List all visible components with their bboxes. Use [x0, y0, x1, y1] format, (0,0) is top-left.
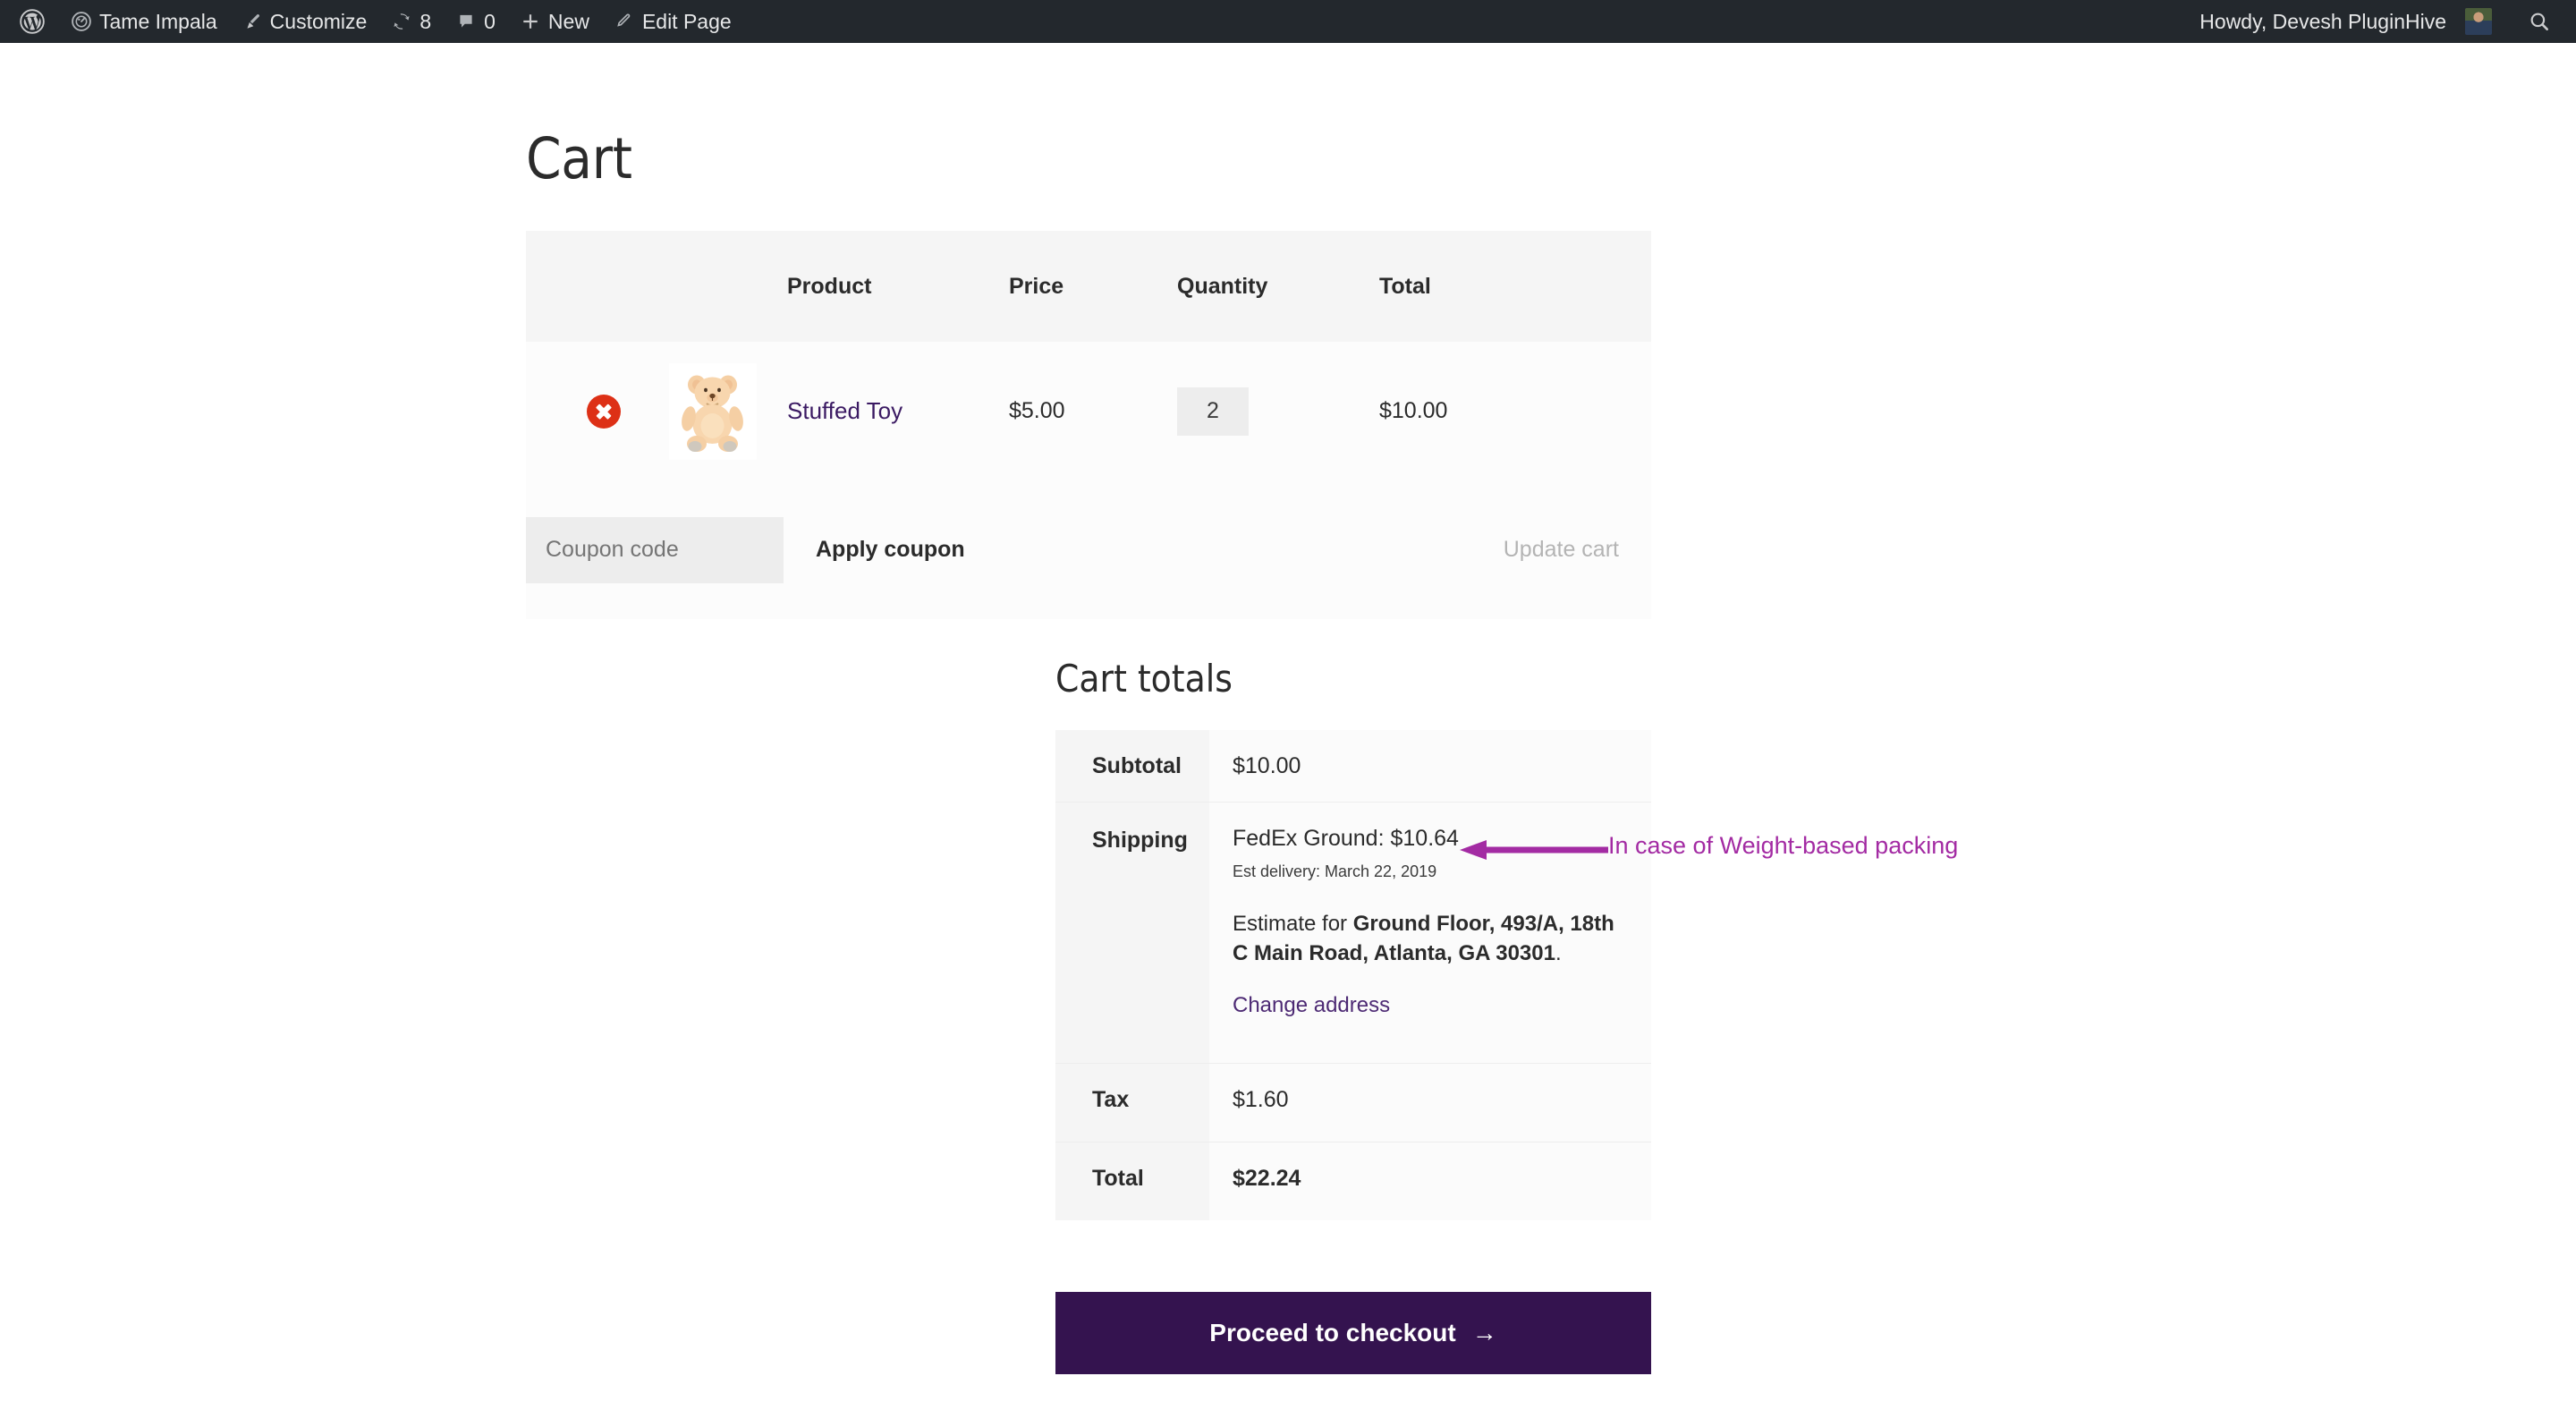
cart-totals-table: Subtotal $10.00 Shipping FedEx Ground: $…: [1055, 730, 1651, 1220]
comments-button[interactable]: 0: [444, 0, 508, 43]
cell-remove: [526, 342, 660, 480]
cart-table-body: Stuffed Toy $5.00 2 $10.00 Apply coupon …: [526, 342, 1651, 619]
estimate-prefix: Estimate for: [1233, 911, 1353, 936]
site-name-label: Tame Impala: [99, 9, 217, 33]
search-button[interactable]: [2504, 10, 2558, 33]
pencil-icon: [614, 12, 634, 31]
cart-totals-title: Cart totals: [1055, 657, 1233, 701]
admin-bar-left-group: Tame Impala Customize 8 0 New Edit Page: [0, 0, 744, 43]
update-cart-button[interactable]: Update cart: [1504, 537, 1619, 563]
comments-count: 0: [484, 9, 496, 33]
cell-thumbnail: [660, 342, 787, 480]
shipping-label: Shipping: [1055, 801, 1209, 1063]
search-icon: [2528, 10, 2551, 33]
customize-button[interactable]: Customize: [230, 0, 380, 43]
wp-admin-bar: Tame Impala Customize 8 0 New Edit Page …: [0, 0, 2576, 43]
annotation-text: In case of Weight-based packing: [1608, 832, 1959, 859]
wordpress-logo-button[interactable]: [9, 0, 59, 43]
product-name-link[interactable]: Stuffed Toy: [787, 397, 902, 424]
admin-bar-right-group: Howdy, Devesh PluginHive: [2187, 0, 2576, 43]
subtotal-value-text: $10.00: [1233, 753, 1301, 778]
edit-page-label: Edit Page: [641, 9, 732, 33]
updates-icon: [392, 12, 411, 31]
col-header-thumbnail: [660, 231, 787, 342]
grand-total-label-text: Total: [1092, 1165, 1144, 1191]
subtotal-label-text: Subtotal: [1092, 753, 1182, 778]
cart-table-head: Product Price Quantity Total: [526, 231, 1651, 342]
quantity-input[interactable]: 2: [1177, 386, 1249, 436]
product-thumbnail-link[interactable]: [669, 362, 757, 460]
cart-table-header-row: Product Price Quantity Total: [526, 231, 1651, 342]
col-header-quantity: Quantity: [1177, 231, 1379, 342]
totals-row-shipping: Shipping FedEx Ground: $10.64 Est delive…: [1055, 801, 1651, 1063]
cell-quantity: 2: [1177, 342, 1379, 480]
checkout-label: Proceed to checkout: [1209, 1319, 1456, 1346]
apply-coupon-button[interactable]: Apply coupon: [816, 537, 965, 563]
my-account-button[interactable]: Howdy, Devesh PluginHive: [2187, 0, 2504, 43]
cell-product-name: Stuffed Toy: [787, 342, 1009, 480]
shipping-details: FedEx Ground: $10.64 Est delivery: March…: [1233, 803, 1651, 1018]
brush-icon: [242, 12, 262, 31]
tax-label-text: Tax: [1092, 1086, 1130, 1112]
shipping-label-text: Shipping: [1092, 827, 1188, 853]
coupon-row: Apply coupon Update cart: [526, 480, 1651, 619]
grand-total-value: $22.24: [1209, 1141, 1651, 1220]
wordpress-logo-icon: [20, 9, 45, 34]
totals-row-subtotal: Subtotal $10.00: [1055, 730, 1651, 802]
shipping-value: FedEx Ground: $10.64 Est delivery: March…: [1209, 801, 1651, 1063]
customize-label: Customize: [269, 9, 368, 33]
page-title: Cart: [526, 126, 632, 191]
totals-row-tax: Tax $1.60: [1055, 1062, 1651, 1142]
cart-items-table: Product Price Quantity Total Stuffed Toy…: [526, 231, 1651, 619]
stuffed-toy-thumbnail-icon: [669, 362, 757, 460]
col-header-total: Total: [1379, 231, 1651, 342]
cell-line-total: $10.00: [1379, 342, 1651, 480]
subtotal-label: Subtotal: [1055, 730, 1209, 802]
grand-total-value-text: $22.24: [1233, 1165, 1301, 1191]
arrow-right-icon: →: [1471, 1319, 1497, 1346]
coupon-input[interactable]: [526, 516, 784, 583]
updates-button[interactable]: 8: [379, 0, 444, 43]
avatar: [2465, 8, 2492, 35]
comment-bubble-icon: [456, 12, 476, 31]
tax-value-text: $1.60: [1233, 1086, 1289, 1112]
shipping-estimate-text: Estimate for Ground Floor, 493/A, 18th C…: [1233, 909, 1617, 968]
plus-icon: [521, 12, 540, 31]
tax-label: Tax: [1055, 1062, 1209, 1142]
coupon-actions: Apply coupon Update cart: [526, 501, 1651, 599]
dashboard-icon: [72, 12, 91, 31]
howdy-label: Howdy, Devesh PluginHive: [2199, 9, 2446, 33]
col-header-remove: [526, 231, 660, 342]
col-header-product: Product: [787, 231, 1009, 342]
estimate-suffix: .: [1555, 940, 1562, 965]
proceed-to-checkout-button[interactable]: Proceed to checkout →: [1055, 1292, 1651, 1374]
edit-page-button[interactable]: Edit Page: [602, 0, 744, 43]
tax-value: $1.60: [1209, 1062, 1651, 1142]
new-content-label: New: [547, 9, 589, 33]
cell-price: $5.00: [1009, 342, 1177, 480]
grand-total-label: Total: [1055, 1141, 1209, 1220]
subtotal-value: $10.00: [1209, 730, 1651, 802]
change-address-link[interactable]: Change address: [1233, 993, 1390, 1018]
remove-item-button[interactable]: [587, 394, 621, 429]
col-header-price: Price: [1009, 231, 1177, 342]
coupon-cell: Apply coupon Update cart: [526, 480, 1651, 619]
table-row: Stuffed Toy $5.00 2 $10.00: [526, 342, 1651, 480]
updates-count: 8: [419, 9, 432, 33]
shipping-eta-label: Est delivery: March 22, 2019: [1233, 862, 1437, 880]
totals-row-total: Total $22.24: [1055, 1141, 1651, 1220]
cart-page: Cart Product Price Quantity Total Stuffe…: [0, 43, 2576, 1410]
new-content-button[interactable]: New: [508, 0, 602, 43]
shipping-method-label: FedEx Ground: $10.64: [1233, 825, 1459, 851]
site-name-button[interactable]: Tame Impala: [59, 0, 230, 43]
